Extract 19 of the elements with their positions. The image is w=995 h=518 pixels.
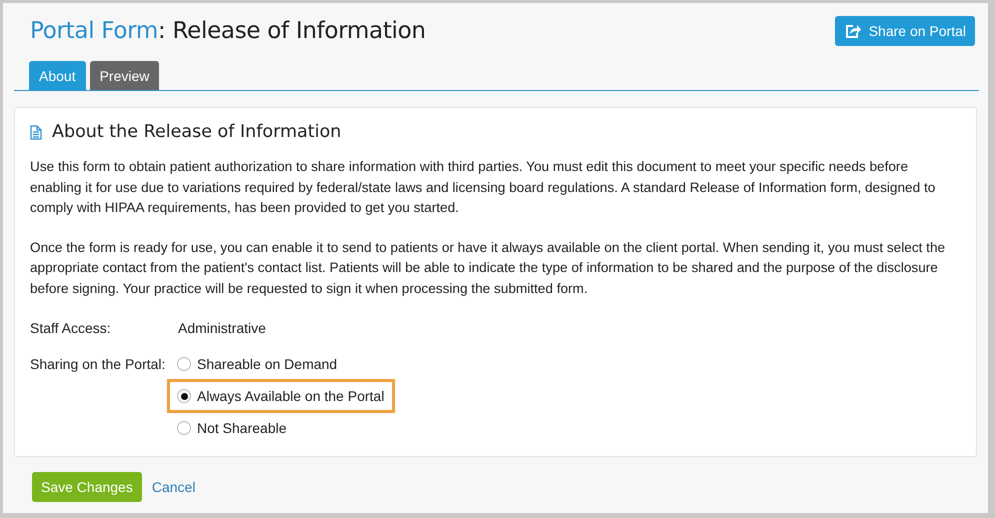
tab[interactable]: Preview: [90, 61, 160, 90]
field-value: Administrative: [178, 319, 267, 338]
section-heading: About the Release of Information: [52, 122, 342, 142]
radio-button[interactable]: [177, 357, 191, 371]
share-on-portal-button[interactable]: Share on Portal: [834, 16, 975, 46]
paragraph: Use this form to obtain patient authorization to share information with third parties. You must edit this document to meet your specific needs before enabling it for use due to variations required by federal/state laws and licensing board regulations. A standard Release of Information form, designed to comply with HIPAA requirements, has been provided to get you started.: [30, 158, 936, 217]
radio-option[interactable]: Always Available on the Portal: [170, 382, 392, 410]
paragraph: Once the form is ready for use, you can enable it to send to patients or have it always available on the client portal. When sending it, you must select the appropriate contact from the patient's contact list. Patients will be able to indicate the type of information to be shared and the purpose of the disclosure before signing. Your practice will be requested to sign it when processing the submitted form.: [30, 238, 946, 298]
cancel-link[interactable]: Cancel: [152, 479, 196, 495]
field-label: Staff Access:: [30, 319, 112, 338]
document-icon: [30, 124, 42, 140]
field-label: Sharing on the Portal:: [30, 355, 166, 374]
radio-button[interactable]: [177, 389, 191, 403]
radio-option[interactable]: Shareable on Demand: [170, 350, 346, 378]
radio-option[interactable]: Not Shareable: [170, 414, 295, 442]
page-title: Portal Form: Release of Information: [30, 18, 426, 44]
radio-button[interactable]: [177, 421, 191, 435]
tab[interactable]: About: [29, 61, 86, 90]
share-icon: [844, 24, 861, 38]
